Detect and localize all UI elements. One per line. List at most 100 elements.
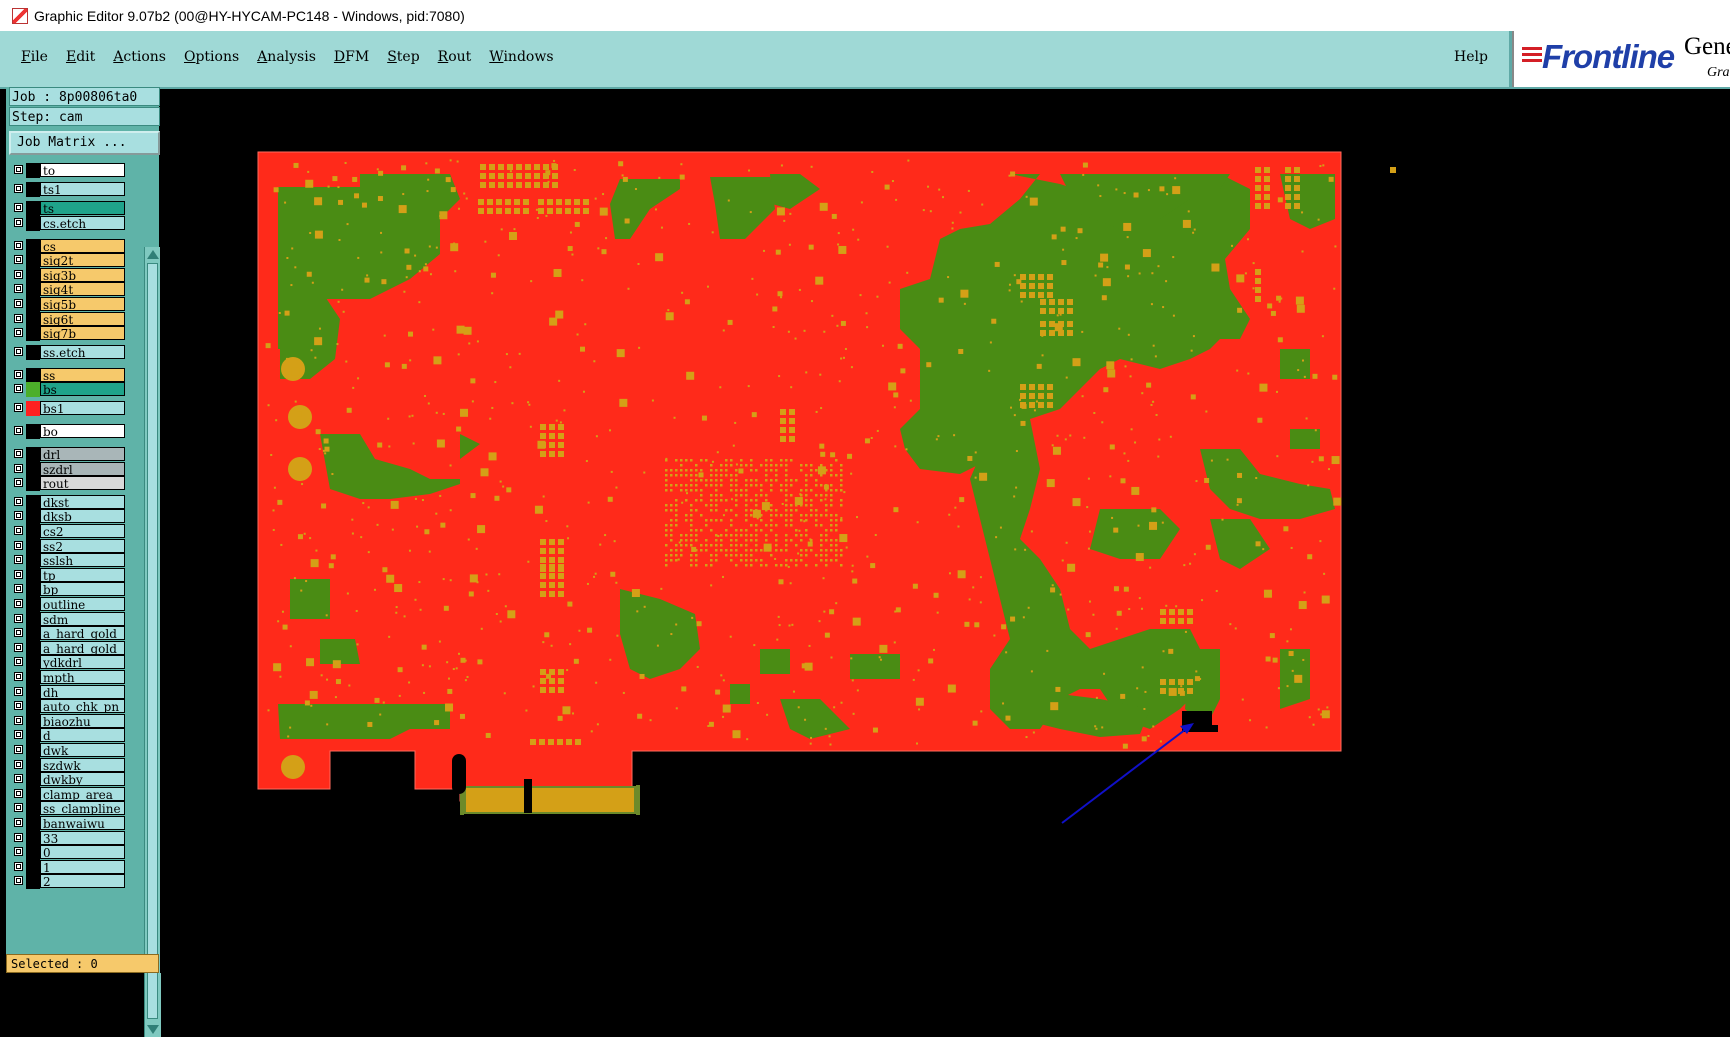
layer-checkbox[interactable] [14, 876, 23, 886]
layer-color-swatch[interactable] [26, 626, 40, 642]
menu-rout[interactable]: Rout [429, 49, 481, 65]
layer-row-sig7b[interactable]: sig7b [9, 326, 134, 342]
layer-row-sig3b[interactable]: sig3b [9, 267, 134, 283]
scroll-down-icon[interactable] [147, 1025, 159, 1034]
layer-name[interactable]: cs.etch [40, 215, 125, 230]
layer-checkbox[interactable] [14, 613, 23, 623]
layer-checkbox[interactable] [14, 686, 23, 696]
layer-color-swatch[interactable] [26, 597, 40, 612]
layer-checkbox[interactable] [14, 599, 23, 608]
layer-name[interactable]: sdm [40, 611, 125, 626]
layer-checkbox[interactable] [14, 774, 23, 784]
layer-name[interactable]: banwaiwu [40, 816, 125, 830]
layer-name[interactable]: cs [40, 238, 125, 253]
layer-checkbox[interactable] [14, 555, 23, 565]
layer-checkbox[interactable] [14, 715, 23, 725]
layer-name[interactable]: auto_chk_pn [40, 699, 125, 714]
layer-name[interactable]: sig4t [40, 282, 125, 297]
layer-row-bs[interactable]: bs [9, 382, 134, 398]
layer-name[interactable]: rout [40, 476, 125, 491]
layer-color-swatch[interactable] [26, 728, 40, 744]
layer-checkbox[interactable] [14, 255, 23, 265]
layer-color-swatch[interactable] [26, 182, 40, 197]
layer-color-swatch[interactable] [26, 670, 40, 685]
job-matrix-button[interactable]: Job Matrix ... [9, 131, 160, 155]
layer-color-swatch[interactable] [26, 163, 40, 178]
menu-options[interactable]: Options [175, 49, 248, 65]
layer-checkbox[interactable] [14, 861, 23, 871]
layer-row-to[interactable]: to [9, 163, 134, 178]
layer-color-swatch[interactable] [26, 297, 40, 312]
layer-row-mpth[interactable]: mpth [9, 670, 134, 685]
scroll-up-icon[interactable] [147, 250, 159, 259]
layer-row-sig4t[interactable]: sig4t [9, 282, 134, 298]
layer-color-swatch[interactable] [26, 684, 40, 700]
layer-color-swatch[interactable] [26, 801, 40, 817]
layer-row-dwkby[interactable]: dwkby [9, 772, 134, 788]
layer-row-bo[interactable]: bo [9, 424, 134, 439]
layer-checkbox[interactable] [14, 526, 23, 535]
layer-row-ss_clampline[interactable]: ss_clampline [9, 801, 134, 817]
layer-name[interactable]: a_hard_gold [40, 640, 125, 655]
layer-name[interactable]: ydkdrl [40, 655, 125, 670]
layer-checkbox[interactable] [14, 540, 23, 550]
layer-checkbox[interactable] [14, 384, 23, 394]
layer-row-bs1[interactable]: bs1 [9, 401, 134, 416]
layer-name[interactable]: szdwk [40, 757, 125, 772]
menu-edit[interactable]: Edit [57, 49, 104, 65]
layer-color-swatch[interactable] [26, 859, 40, 875]
layer-row-bp[interactable]: bp [9, 582, 134, 598]
layer-name[interactable]: ts1 [40, 182, 125, 196]
layer-checkbox[interactable] [14, 672, 23, 681]
layer-name[interactable]: drl [40, 447, 125, 461]
layer-color-swatch[interactable] [26, 538, 40, 554]
layer-row-dksb[interactable]: dksb [9, 509, 134, 525]
layer-color-swatch[interactable] [26, 201, 40, 216]
layer-name[interactable]: to [40, 163, 125, 177]
layer-row-cs.etch[interactable]: cs.etch [9, 215, 134, 231]
layer-color-swatch[interactable] [26, 382, 40, 398]
layer-name[interactable]: 2 [40, 874, 125, 889]
layer-name[interactable]: sig2t [40, 253, 125, 268]
layer-checkbox[interactable] [14, 569, 23, 579]
layer-checkbox[interactable] [14, 403, 23, 412]
layer-name[interactable]: ss2 [40, 538, 125, 553]
layer-row-ydkdrl[interactable]: ydkdrl [9, 655, 134, 671]
layer-checkbox[interactable] [14, 496, 23, 506]
menu-dfm[interactable]: DFM [325, 49, 378, 65]
layer-name[interactable]: sig6t [40, 311, 125, 326]
layer-color-swatch[interactable] [26, 553, 40, 569]
layer-name[interactable]: ss.etch [40, 344, 125, 359]
layer-checkbox[interactable] [14, 299, 23, 308]
layer-color-swatch[interactable] [26, 713, 40, 729]
layer-color-swatch[interactable] [26, 326, 40, 342]
layer-name[interactable]: ts [40, 201, 125, 215]
layer-color-swatch[interactable] [26, 582, 40, 598]
layer-name[interactable]: sslsh [40, 553, 125, 568]
layer-color-swatch[interactable] [26, 461, 40, 477]
layer-row-szdrl[interactable]: szdrl [9, 461, 134, 477]
layer-color-swatch[interactable] [26, 845, 40, 861]
layer-row-sdm[interactable]: sdm [9, 611, 134, 627]
layer-name[interactable]: cs2 [40, 524, 125, 538]
layer-row-dkst[interactable]: dkst [9, 494, 134, 510]
layer-color-swatch[interactable] [26, 267, 40, 283]
layer-color-swatch[interactable] [26, 238, 40, 254]
layer-color-swatch[interactable] [26, 215, 40, 231]
layer-color-swatch[interactable] [26, 282, 40, 298]
layer-name[interactable]: bs1 [40, 401, 125, 415]
layer-checkbox[interactable] [14, 832, 23, 842]
layer-color-swatch[interactable] [26, 447, 40, 462]
layer-row-33[interactable]: 33 [9, 830, 134, 846]
layer-row-tp[interactable]: tp [9, 567, 134, 583]
layer-name[interactable]: tp [40, 567, 125, 582]
layer-row-sig6t[interactable]: sig6t [9, 311, 134, 327]
menu-help[interactable]: Help [1454, 49, 1488, 65]
layer-color-swatch[interactable] [26, 494, 40, 510]
layer-name[interactable]: a_hard_gold [40, 626, 125, 641]
layer-row-a_hard_gold[interactable]: a_hard_gold [9, 640, 134, 656]
layer-name[interactable]: bp [40, 582, 125, 597]
layer-row-dwk[interactable]: dwk [9, 743, 134, 758]
menu-analysis[interactable]: Analysis [248, 49, 325, 65]
layer-color-swatch[interactable] [26, 311, 40, 327]
